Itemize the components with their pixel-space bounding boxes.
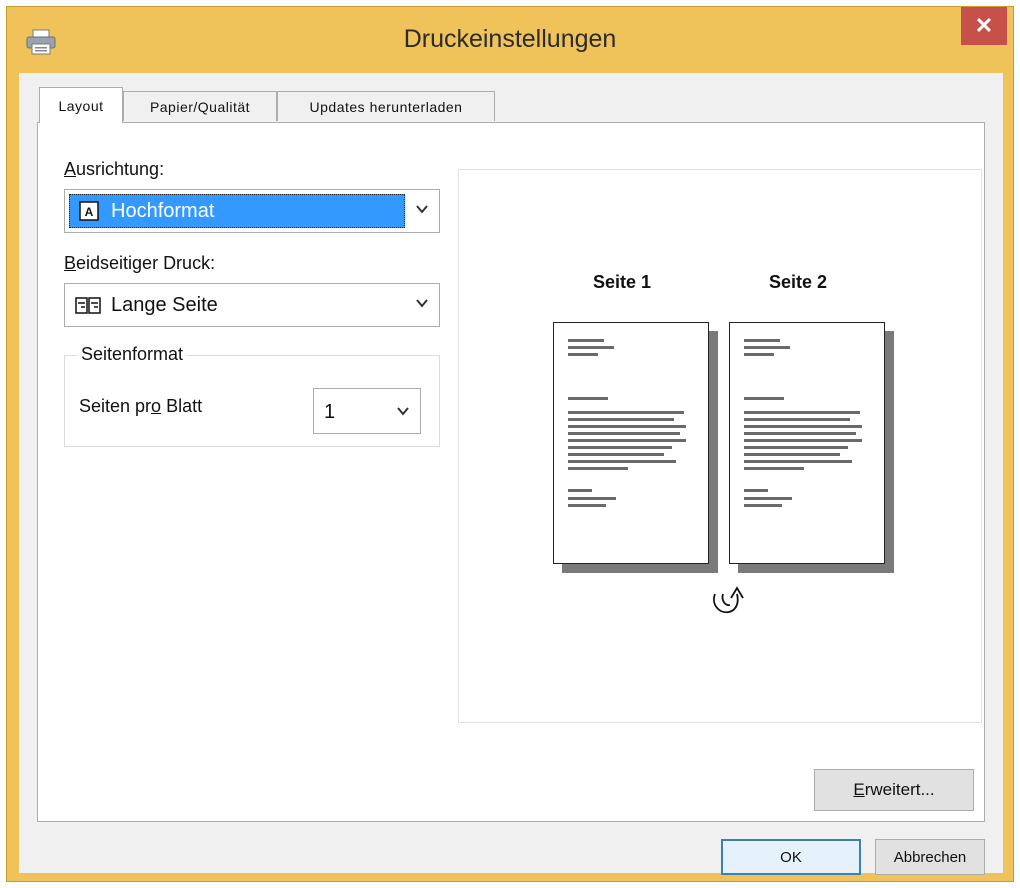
- flip-arrow-icon: [713, 586, 744, 614]
- page2-thumbnail: [729, 322, 885, 564]
- dialog-client-area: Layout Papier/Qualität Updates herunterl…: [19, 73, 1003, 875]
- pages-per-sheet-label: Seiten pro Blatt: [79, 396, 203, 416]
- book-long-edge-icon: [75, 297, 101, 314]
- chevron-down-icon: [416, 205, 428, 214]
- ok-button[interactable]: OK: [721, 839, 861, 875]
- orientation-value: Hochformat: [111, 200, 215, 222]
- duplex-preview: Seite 1 Seite 2: [458, 169, 982, 723]
- tab-layout[interactable]: Layout: [39, 87, 123, 123]
- orientation-combobox[interactable]: A Hochformat: [64, 189, 440, 233]
- page-format-group: Seitenformat Seiten pro Blatt 1: [64, 344, 440, 447]
- layout-panel: Ausrichtung: A Hochformat Beidseitiger D…: [37, 122, 985, 822]
- svg-text:A: A: [85, 205, 94, 219]
- page2-label: Seite 2: [769, 272, 828, 292]
- print-settings-window: Druckeinstellungen ✕ Layout Papier/Quali…: [6, 6, 1014, 882]
- chevron-down-icon: [397, 407, 409, 416]
- page1-thumbnail: [553, 322, 709, 564]
- window-title: Druckeinstellungen: [403, 25, 617, 53]
- duplex-label: Beidseitiger Druck:: [64, 253, 216, 273]
- duplex-combobox[interactable]: Lange Seite: [64, 283, 440, 327]
- portrait-page-icon: A: [79, 201, 99, 221]
- duplex-value: Lange Seite: [111, 294, 218, 316]
- pages-per-sheet-combobox[interactable]: 1: [313, 388, 421, 434]
- close-button[interactable]: ✕: [961, 7, 1007, 45]
- page-format-group-title: Seitenformat: [77, 344, 188, 365]
- page1-label: Seite 1: [593, 272, 652, 292]
- tab-paper-quality[interactable]: Papier/Qualität: [123, 91, 277, 121]
- title-bar[interactable]: Druckeinstellungen ✕: [7, 7, 1013, 73]
- advanced-button[interactable]: Erweitert...: [814, 769, 974, 811]
- chevron-down-icon: [416, 299, 428, 308]
- orientation-label: Ausrichtung:: [64, 159, 165, 179]
- tab-updates[interactable]: Updates herunterladen: [277, 91, 495, 121]
- cancel-button[interactable]: Abbrechen: [875, 839, 985, 875]
- pages-per-sheet-value: 1: [324, 401, 336, 423]
